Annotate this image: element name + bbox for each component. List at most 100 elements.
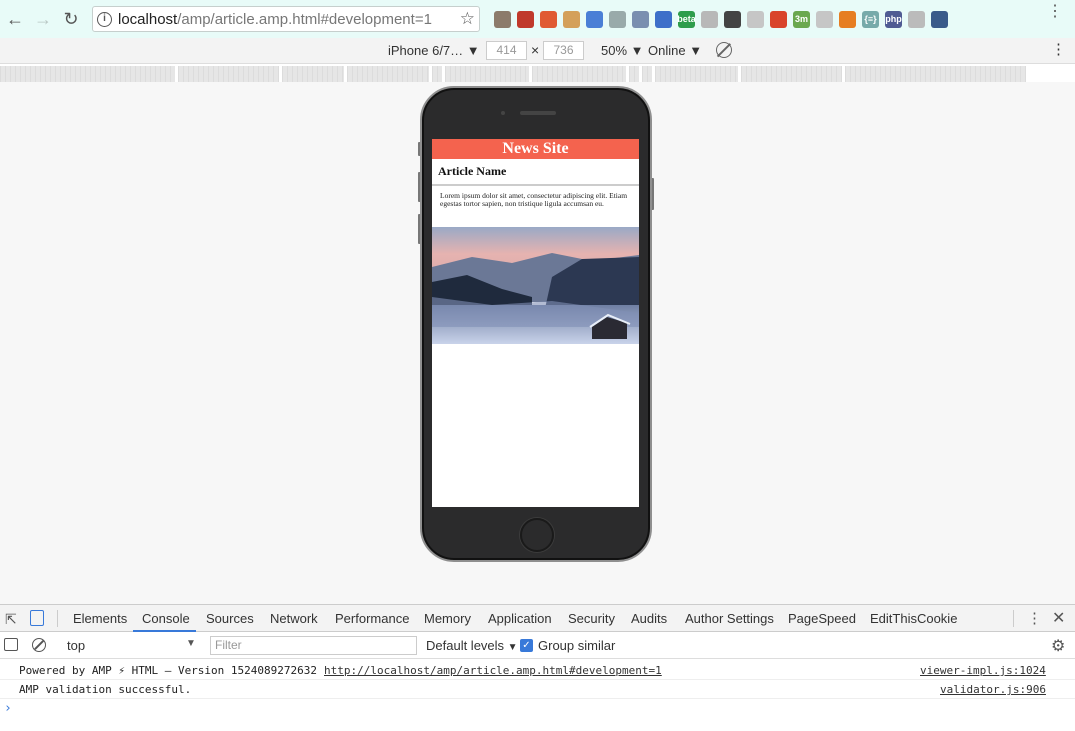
site-info-icon[interactable]: i xyxy=(97,11,112,27)
context-dropdown-icon[interactable]: ▼ xyxy=(186,638,196,649)
tab-elements[interactable]: Elements xyxy=(73,611,127,626)
translate-icon[interactable] xyxy=(586,10,603,28)
reload-icon[interactable]: ↻ xyxy=(58,6,84,32)
tab-pagespeed[interactable]: PageSpeed xyxy=(788,611,856,626)
tab-author-settings[interactable]: Author Settings xyxy=(685,611,774,626)
ruler-segment[interactable] xyxy=(655,66,738,82)
recycle-icon[interactable] xyxy=(609,10,626,28)
log-source-link[interactable]: viewer-impl.js:1024 xyxy=(920,664,1046,677)
ruler-segment[interactable] xyxy=(629,66,639,82)
php-icon[interactable]: php xyxy=(885,10,902,28)
article-hero-image xyxy=(432,227,639,344)
console-message: Powered by AMP ⚡ HTML – Version 15240892… xyxy=(0,660,1075,680)
mail-icon[interactable] xyxy=(517,10,534,28)
device-height-input[interactable]: 736 xyxy=(543,41,584,60)
home-button xyxy=(520,518,554,552)
address-bar[interactable]: i localhost/amp/article.amp.html#develop… xyxy=(92,6,480,32)
forward-icon[interactable]: → xyxy=(30,6,56,32)
circle-icon[interactable] xyxy=(908,10,925,28)
address-url[interactable]: localhost/amp/article.amp.html#developme… xyxy=(118,11,460,28)
code-icon[interactable] xyxy=(724,10,741,28)
dimension-separator-icon: × xyxy=(531,42,540,58)
front-camera xyxy=(501,111,505,115)
network-value: Online xyxy=(648,43,686,58)
tab-audits[interactable]: Audits xyxy=(631,611,667,626)
tab-editthiscookie[interactable]: EditThisCookie xyxy=(870,611,957,626)
back-icon[interactable]: ← xyxy=(2,6,28,32)
device-screen: News Site Article Name Lorem ipsum dolor… xyxy=(432,139,639,507)
console-filter-input[interactable]: Filter xyxy=(210,636,417,655)
beta-icon[interactable]: beta xyxy=(677,10,696,28)
inspect-element-icon[interactable]: ⇱ xyxy=(5,611,17,628)
tab-application[interactable]: Application xyxy=(488,611,552,626)
network-select[interactable]: Online ▼ xyxy=(648,43,702,58)
console-message: AMP validation successful. validator.js:… xyxy=(0,679,1075,699)
devtools-menu-icon[interactable]: ⋮ xyxy=(1027,609,1042,627)
tab-sources[interactable]: Sources xyxy=(206,611,254,626)
ruler-segment[interactable] xyxy=(642,66,652,82)
console-prompt[interactable]: › xyxy=(4,701,12,716)
ruler-segment[interactable] xyxy=(845,66,1026,82)
context-select[interactable]: top xyxy=(67,638,85,653)
device-select[interactable]: iPhone 6/7… ▼ xyxy=(388,43,480,58)
log-levels-select[interactable]: Default levels ▼ xyxy=(426,638,518,653)
ruler-segment[interactable] xyxy=(532,66,626,82)
window-icon[interactable] xyxy=(701,10,718,28)
device-toolbar: iPhone 6/7… ▼ 414 × 736 50% ▼ Online ▼ ⋮ xyxy=(0,38,1075,64)
divider xyxy=(57,610,58,627)
stop-icon[interactable] xyxy=(540,10,557,28)
close-devtools-icon[interactable]: ✕ xyxy=(1052,608,1065,628)
browser-menu-icon[interactable]: ⋮ xyxy=(1047,4,1063,20)
bird-icon[interactable] xyxy=(632,10,649,28)
cookie-icon[interactable] xyxy=(563,10,580,28)
earpiece-speaker xyxy=(520,111,556,115)
tab-memory[interactable]: Memory xyxy=(424,611,471,626)
picture-icon[interactable] xyxy=(816,10,833,28)
ruler-segment[interactable] xyxy=(445,66,529,82)
rss-icon[interactable] xyxy=(839,10,856,28)
bookmark-icon[interactable] xyxy=(931,10,948,28)
timer-icon[interactable]: 3m xyxy=(793,10,810,28)
log-url-link[interactable]: http://localhost/amp/article.amp.html#de… xyxy=(324,664,662,677)
pawprint-icon[interactable] xyxy=(494,10,511,28)
console-toolbar: top ▼ Filter Default levels ▼ ✓ Group si… xyxy=(0,632,1075,659)
log-text: AMP validation successful. xyxy=(19,683,192,696)
play-icon[interactable] xyxy=(770,10,787,28)
device-menu-icon[interactable]: ⋮ xyxy=(1051,40,1066,58)
ruler-segment[interactable] xyxy=(432,66,442,82)
device-width-input[interactable]: 414 xyxy=(486,41,527,60)
extensions-bar: beta 3m {≡} php xyxy=(494,10,948,28)
context-value: top xyxy=(67,638,86,653)
zoom-value: 50% xyxy=(601,43,628,58)
group-similar-checkbox[interactable]: ✓ xyxy=(520,639,533,652)
divider xyxy=(1013,610,1014,627)
frame-icon[interactable] xyxy=(747,10,764,28)
console-sidebar-icon[interactable] xyxy=(4,638,18,651)
tab-console[interactable]: Console xyxy=(142,611,190,626)
zoom-select[interactable]: 50% ▼ xyxy=(601,43,644,58)
log-source-link[interactable]: validator.js:906 xyxy=(940,683,1046,696)
ruler-segment[interactable] xyxy=(347,66,429,82)
console-settings-gear-icon[interactable]: ⚙ xyxy=(1051,636,1065,656)
tab-performance[interactable]: Performance xyxy=(335,611,409,626)
ruler-segment[interactable] xyxy=(178,66,279,82)
url-path: /amp/article.amp.html#development=1 xyxy=(177,10,432,28)
url-host: localhost xyxy=(118,10,178,28)
article-body: Lorem ipsum dolor sit amet, consectetur … xyxy=(440,191,628,208)
media-query-ruler[interactable] xyxy=(0,66,1075,82)
device-toggle-icon[interactable] xyxy=(30,610,44,626)
ruler-segment[interactable] xyxy=(0,66,175,82)
ruler-segment[interactable] xyxy=(741,66,842,82)
flag-icon[interactable] xyxy=(655,10,672,28)
ruler-segment[interactable] xyxy=(282,66,344,82)
devtools-tabbar: ⇱ Elements Console Sources Network Performan… xyxy=(0,604,1075,632)
tab-security[interactable]: Security xyxy=(568,611,615,626)
rotate-icon[interactable] xyxy=(716,42,732,58)
json-icon[interactable]: {≡} xyxy=(862,10,879,28)
tab-network[interactable]: Network xyxy=(270,611,318,626)
group-similar-label: Group similar xyxy=(538,638,616,653)
device-name: iPhone 6/7… xyxy=(388,43,464,58)
bookmark-star-icon[interactable]: ☆ xyxy=(460,9,475,29)
log-levels-value: Default levels xyxy=(426,638,505,653)
log-text: Powered by AMP ⚡ HTML – Version 15240892… xyxy=(19,664,318,677)
